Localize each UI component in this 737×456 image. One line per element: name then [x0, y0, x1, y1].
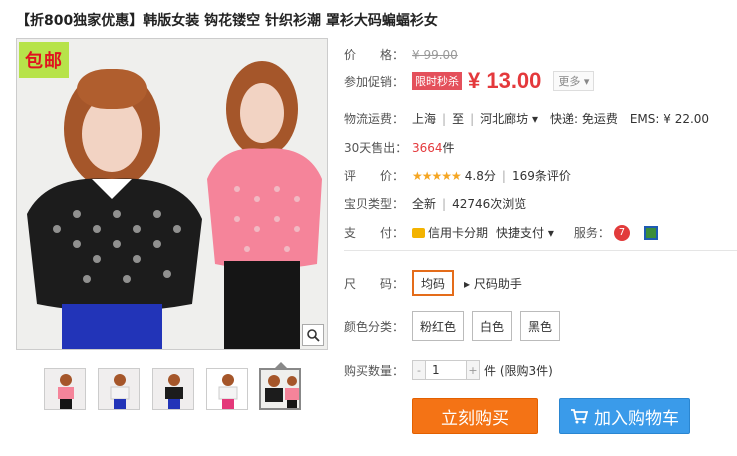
rating-row: 评 价： ★★★★★ 4.8分 | 169条评价 [344, 167, 571, 184]
promo-price: ¥ 13.00 [468, 68, 542, 93]
thumbnail-1[interactable] [44, 368, 86, 410]
cart-icon [571, 409, 588, 424]
promo-price-row: 参加促销： 限时秒杀 ¥ 13.00 更多 ▾ [344, 68, 595, 94]
rating-label: 评 价： [344, 169, 405, 183]
qty-input[interactable]: 1 [425, 361, 467, 379]
thumbnail-3[interactable] [152, 368, 194, 410]
installment-option[interactable]: 信用卡分期 [428, 224, 488, 241]
color-row: 颜色分类： 粉红色 白色 黑色 [344, 311, 568, 341]
original-price: ¥ 99.00 [412, 47, 458, 62]
shipping-from: 上海 [412, 112, 437, 126]
thumbnail-4[interactable] [206, 368, 248, 410]
type-label: 宝贝类型： [344, 197, 405, 211]
rating-score: 4.8分 [464, 169, 496, 183]
quick-pay-dropdown[interactable]: 快捷支付 ▾ [496, 224, 554, 241]
view-count: 42746次浏览 [452, 197, 527, 211]
thumbnail-5[interactable] [259, 368, 301, 410]
item-condition: 全新 [412, 197, 437, 211]
add-to-cart-label: 加入购物车 [594, 408, 679, 429]
sold-label: 30天售出： [344, 141, 408, 155]
promo-label: 参加促销： [344, 74, 405, 89]
size-helper-label: 尺码助手 [473, 276, 522, 291]
shipping-destination-select[interactable]: 河北廊坊 ▾ [480, 110, 538, 127]
size-helper-link[interactable]: ▸ 尺码助手 [464, 275, 522, 292]
shipping-to-prefix: 至 [452, 112, 465, 126]
add-to-cart-button[interactable]: 加入购物车 [559, 398, 690, 434]
type-row: 宝贝类型： 全新 | 42746次浏览 [344, 196, 527, 212]
ems-fee: EMS: ¥ 22.00 [629, 111, 710, 126]
buy-now-button[interactable]: 立刻购买 [412, 398, 538, 434]
color-option-pink[interactable]: 粉红色 [412, 311, 465, 341]
sold-row: 30天售出： 3664 件 [344, 139, 455, 156]
quantity-stepper: - 1 + [412, 360, 480, 380]
free-shipping-badge: 包邮 [19, 42, 69, 78]
qty-increase-button[interactable]: + [467, 361, 479, 379]
reviews-link[interactable]: 169条评价 [512, 167, 571, 184]
size-option-onesize[interactable]: 均码 [412, 270, 455, 296]
original-price-row: 价 格： ¥ 99.00 [344, 46, 458, 63]
quantity-row: 购买数量： - 1 + 件 (限购3件) [344, 360, 553, 380]
credit-card-icon [412, 227, 425, 238]
qty-decrease-button[interactable]: - [413, 361, 425, 379]
sold-unit: 件 [442, 141, 455, 155]
size-row: 尺 码： 均码 ▸ 尺码助手 [344, 270, 522, 296]
payment-label: 支 付： [344, 226, 405, 240]
thumbnail-2[interactable] [98, 368, 140, 410]
color-label: 颜色分类： [344, 319, 405, 334]
shipping-row: 物流运费： 上海 | 至 | 河北廊坊 ▾ 快递: 免运费 EMS: ¥ 22.… [344, 110, 710, 127]
seven-day-return-icon[interactable]: 7 [613, 224, 630, 241]
color-option-white[interactable]: 白色 [472, 311, 513, 341]
buy-now-label: 立刻购买 [441, 408, 509, 429]
service-label: 服务： [573, 226, 610, 240]
quantity-label: 购买数量： [344, 363, 405, 378]
product-title: 【折800独家优惠】韩版女装 钩花镂空 针织衫潮 罩衫大码蝙蝠衫女 [16, 13, 438, 29]
price-label: 价 格： [344, 48, 405, 62]
main-product-image[interactable]: 包邮 [16, 38, 328, 350]
magnifier-icon[interactable] [302, 324, 324, 346]
quantity-limit: 件 (限购3件) [484, 363, 553, 378]
rating-stars-icon: ★★★★★ [412, 168, 462, 183]
payment-row: 支 付： 信用卡分期 快捷支付 ▾ 服务： 7 [344, 224, 658, 241]
divider [344, 250, 737, 251]
shipping-label: 物流运费： [344, 112, 405, 126]
size-label: 尺 码： [344, 276, 405, 291]
product-photo [17, 39, 327, 349]
more-promos-dropdown[interactable]: 更多 ▾ [553, 71, 595, 91]
color-option-black[interactable]: 黑色 [520, 311, 561, 341]
promo-tag: 限时秒杀 [412, 72, 462, 90]
guarantee-icon[interactable] [643, 225, 658, 240]
sold-count: 3664 [412, 140, 443, 155]
express-fee: 快递: 免运费 [549, 112, 618, 126]
